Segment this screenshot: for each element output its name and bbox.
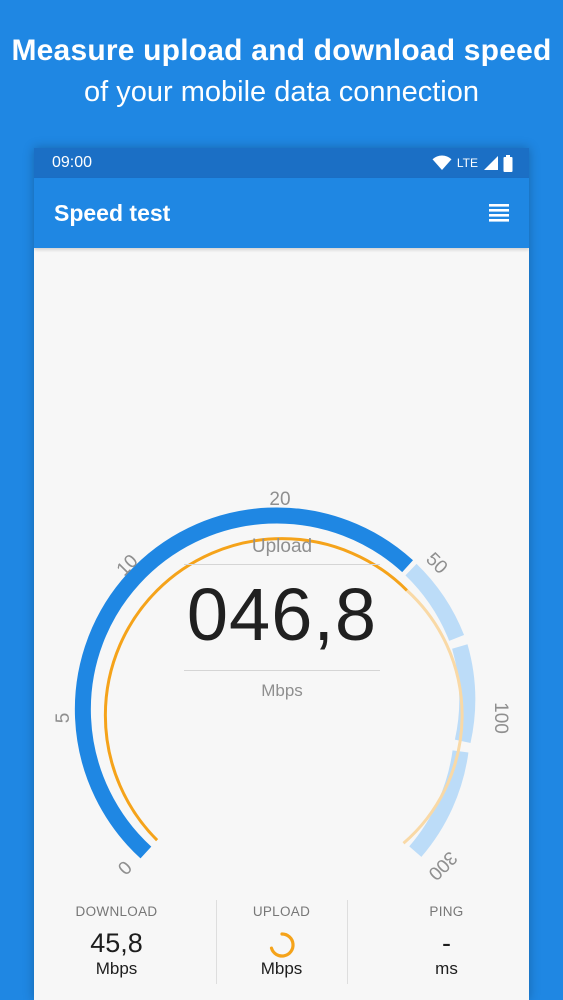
status-icons: LTE bbox=[432, 153, 513, 173]
ping-stat: PING - ms bbox=[364, 896, 529, 1000]
wifi-icon bbox=[432, 155, 452, 170]
scale-label-5: 5 bbox=[53, 713, 74, 724]
app-title: Speed test bbox=[54, 200, 171, 226]
scale-label-300: 300 bbox=[424, 847, 461, 884]
download-value: 45,8 bbox=[90, 928, 143, 958]
scale-label-20: 20 bbox=[269, 489, 290, 510]
status-bar: 09:00 LTE bbox=[34, 148, 529, 178]
upload-stat: UPLOAD Mbps bbox=[199, 896, 364, 1000]
download-stat: DOWNLOAD 45,8 Mbps bbox=[34, 896, 199, 1000]
stats-divider bbox=[347, 900, 348, 984]
promo-headline: Measure upload and download speed bbox=[11, 34, 552, 67]
ping-label: PING bbox=[429, 904, 464, 919]
signal-icon bbox=[484, 156, 498, 170]
results-summary: DOWNLOAD 45,8 Mbps UPLOAD Mbps PING - ms bbox=[34, 896, 529, 1000]
upload-unit: Mbps bbox=[260, 959, 303, 978]
readout-divider-bottom bbox=[184, 670, 380, 671]
gauge-track-remaining bbox=[405, 563, 476, 857]
readout-divider-top bbox=[184, 564, 380, 565]
app-bar: Speed test bbox=[34, 178, 529, 248]
network-type-label: LTE bbox=[456, 156, 478, 170]
ping-unit: ms bbox=[435, 959, 458, 978]
promo-header: Measure upload and download speed of you… bbox=[0, 0, 563, 148]
loading-spinner-icon bbox=[269, 932, 295, 958]
status-time: 09:00 bbox=[52, 154, 93, 171]
ping-value: - bbox=[442, 928, 451, 958]
phone-screen: 09:00 LTE Speed test 0 5 10 20 50 100 30… bbox=[34, 148, 529, 1000]
scale-label-100: 100 bbox=[490, 702, 511, 734]
download-unit: Mbps bbox=[95, 959, 138, 978]
menu-button[interactable] bbox=[485, 200, 513, 226]
download-label: DOWNLOAD bbox=[75, 904, 158, 919]
promo-subheadline: of your mobile data connection bbox=[84, 76, 479, 108]
gauge-speed-value: 046,8 bbox=[186, 573, 378, 656]
scale-label-0: 0 bbox=[114, 857, 136, 879]
upload-label: UPLOAD bbox=[252, 904, 311, 919]
speed-gauge: 0 5 10 20 50 100 300 Upload 046,8 Mbps bbox=[34, 248, 529, 888]
gauge-unit-label: Mbps bbox=[261, 681, 303, 700]
gauge-mode-label: Upload bbox=[251, 536, 313, 557]
battery-icon bbox=[503, 154, 513, 172]
gauge-readout: Upload 046,8 Mbps bbox=[184, 536, 380, 776]
menu-icon bbox=[489, 204, 509, 222]
